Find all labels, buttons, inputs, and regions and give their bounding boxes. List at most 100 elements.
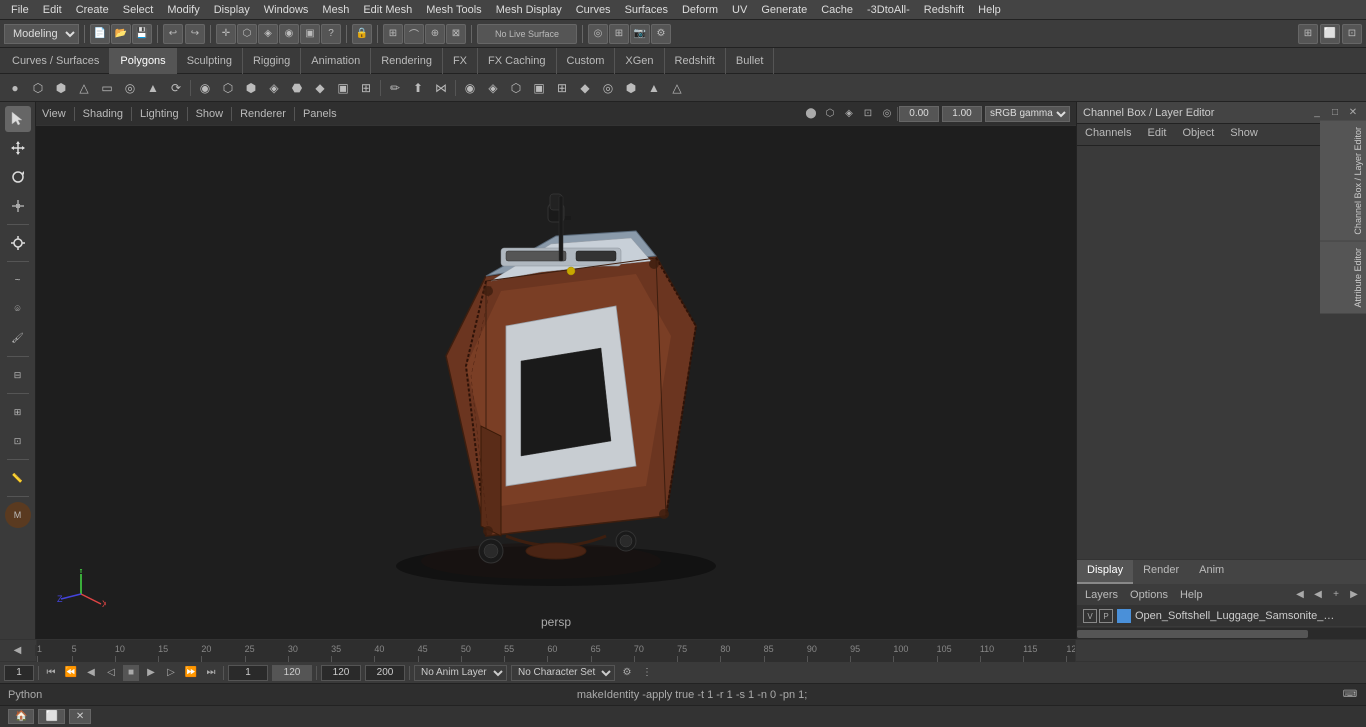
cube-icon[interactable]: ⬡ xyxy=(27,77,49,99)
current-frame-input[interactable]: 1 xyxy=(4,665,34,681)
no-live-btn[interactable]: No Live Surface xyxy=(477,24,577,44)
vp-icon-2[interactable]: ⬡ xyxy=(821,105,839,123)
menu-deform[interactable]: Deform xyxy=(675,2,725,18)
op4[interactable]: ▣ xyxy=(528,77,550,99)
tab-fx[interactable]: FX xyxy=(443,48,478,74)
tab-fx-caching[interactable]: FX Caching xyxy=(478,48,556,74)
layer-tab-display[interactable]: Display xyxy=(1077,560,1133,584)
prim2-6[interactable]: ◆ xyxy=(309,77,331,99)
gamma-select[interactable]: sRGB gamma xyxy=(985,106,1070,122)
stop-btn[interactable]: ■ xyxy=(123,665,139,681)
ch-tab-show[interactable]: Show xyxy=(1222,124,1266,145)
measure-tool[interactable]: 📏 xyxy=(5,465,31,491)
prim2-5[interactable]: ⬣ xyxy=(286,77,308,99)
layer-nav-next-1[interactable]: ◀ xyxy=(1310,587,1326,603)
vp-icon-5[interactable]: ◎ xyxy=(878,105,896,123)
vp-menu-view[interactable]: View xyxy=(42,108,66,120)
menu-3dtall[interactable]: -3DtoAll- xyxy=(860,2,917,18)
tab-curves-surfaces[interactable]: Curves / Surfaces xyxy=(2,48,110,74)
layer-nav-next-2[interactable]: ▶ xyxy=(1346,587,1362,603)
menu-mesh-display[interactable]: Mesh Display xyxy=(489,2,569,18)
render-cam-btn[interactable]: 📷 xyxy=(630,24,650,44)
pyramid-icon[interactable]: ▲ xyxy=(142,77,164,99)
menu-redshift[interactable]: Redshift xyxy=(917,2,971,18)
menu-windows[interactable]: Windows xyxy=(257,2,316,18)
layer-opt-layers[interactable]: Layers xyxy=(1081,589,1122,601)
layer-nav-new[interactable]: + xyxy=(1328,587,1344,603)
frame-start-input[interactable]: 1 xyxy=(228,665,268,681)
menu-edit-mesh[interactable]: Edit Mesh xyxy=(356,2,419,18)
frame-end-preview-input[interactable]: 120 xyxy=(272,665,312,681)
render-btn[interactable]: ◎ xyxy=(588,24,608,44)
question-btn[interactable]: ? xyxy=(321,24,341,44)
channel-box-max[interactable]: □ xyxy=(1328,106,1342,120)
universal-manip[interactable] xyxy=(5,230,31,256)
window-restore-btn[interactable]: ⬜ xyxy=(38,709,64,724)
menu-edit[interactable]: Edit xyxy=(36,2,69,18)
paint-select-btn[interactable]: ◈ xyxy=(258,24,278,44)
show-manip[interactable]: ⊟ xyxy=(5,362,31,388)
paint-tool[interactable]: 🖌 xyxy=(5,325,31,351)
layer-opt-help[interactable]: Help xyxy=(1176,589,1207,601)
tab-custom[interactable]: Custom xyxy=(557,48,616,74)
menu-display[interactable]: Display xyxy=(207,2,257,18)
op9[interactable]: ▲ xyxy=(643,77,665,99)
vp-icon-4[interactable]: ⊡ xyxy=(859,105,877,123)
marquee-btn[interactable]: ▣ xyxy=(300,24,320,44)
scale-tool[interactable] xyxy=(5,193,31,219)
helix-icon[interactable]: ⟳ xyxy=(165,77,187,99)
layer-tab-anim[interactable]: Anim xyxy=(1189,560,1234,584)
open-file-btn[interactable]: 📂 xyxy=(111,24,131,44)
lock-btn[interactable]: 🔒 xyxy=(352,24,372,44)
char-set-dropdown[interactable]: No Character Set xyxy=(511,665,615,681)
undo-btn[interactable]: ↩ xyxy=(163,24,183,44)
maya-icon[interactable]: M xyxy=(5,502,31,528)
tab-rendering[interactable]: Rendering xyxy=(371,48,443,74)
layer-opt-options[interactable]: Options xyxy=(1126,589,1172,601)
layout-btn[interactable]: ⊞ xyxy=(1298,24,1318,44)
menu-help[interactable]: Help xyxy=(971,2,1008,18)
render-seq-btn[interactable]: ⊞ xyxy=(609,24,629,44)
menu-select[interactable]: Select xyxy=(116,2,161,18)
menu-curves[interactable]: Curves xyxy=(569,2,618,18)
snap-point-btn[interactable]: ⊕ xyxy=(425,24,445,44)
ch-tab-channels[interactable]: Channels xyxy=(1077,124,1139,145)
next-key-btn[interactable]: ▷ xyxy=(163,665,179,681)
menu-file[interactable]: File xyxy=(4,2,36,18)
layer-hscroll[interactable] xyxy=(1077,627,1366,639)
vp-menu-shading[interactable]: Shading xyxy=(83,108,123,120)
snap-together[interactable]: ⊞ xyxy=(5,399,31,425)
select-tool[interactable] xyxy=(5,106,31,132)
window-close-btn[interactable]: ✕ xyxy=(69,709,91,724)
tab-sculpting[interactable]: Sculpting xyxy=(177,48,243,74)
vp-menu-panels[interactable]: Panels xyxy=(303,108,337,120)
vp-menu-lighting[interactable]: Lighting xyxy=(140,108,179,120)
go-to-end-btn[interactable]: ⏭ xyxy=(203,665,219,681)
save-file-btn[interactable]: 💾 xyxy=(132,24,152,44)
redo-btn[interactable]: ↪ xyxy=(185,24,205,44)
menu-modify[interactable]: Modify xyxy=(160,2,206,18)
play-back-btn[interactable]: ◁ xyxy=(103,665,119,681)
bridge-icon[interactable]: ⋈ xyxy=(430,77,452,99)
op7[interactable]: ◎ xyxy=(597,77,619,99)
cylinder-icon[interactable]: ⬢ xyxy=(50,77,72,99)
prim2-7[interactable]: ▣ xyxy=(332,77,354,99)
layer-nav-prev[interactable]: ◀ xyxy=(1292,587,1308,603)
range-max-input[interactable]: 200 xyxy=(365,665,405,681)
layer-hscroll-thumb[interactable] xyxy=(1077,630,1308,638)
ch-tab-object[interactable]: Object xyxy=(1174,124,1222,145)
layout-4-btn[interactable]: ⊡ xyxy=(1342,24,1362,44)
op3[interactable]: ⬡ xyxy=(505,77,527,99)
layout-single-btn[interactable]: ⬜ xyxy=(1320,24,1340,44)
menu-mesh[interactable]: Mesh xyxy=(315,2,356,18)
tab-animation[interactable]: Animation xyxy=(301,48,371,74)
prev-key-btn[interactable]: ◀ xyxy=(83,665,99,681)
extra-btn[interactable]: ⋮ xyxy=(639,665,655,681)
render-settings-btn[interactable]: ⚙ xyxy=(651,24,671,44)
channel-box-min[interactable]: _ xyxy=(1310,106,1324,120)
step-back-btn[interactable]: ⏪ xyxy=(63,665,79,681)
menu-cache[interactable]: Cache xyxy=(814,2,860,18)
rotate-tool[interactable] xyxy=(5,164,31,190)
op8[interactable]: ⬢ xyxy=(620,77,642,99)
gamma-input-1[interactable]: 0.00 xyxy=(899,106,939,122)
